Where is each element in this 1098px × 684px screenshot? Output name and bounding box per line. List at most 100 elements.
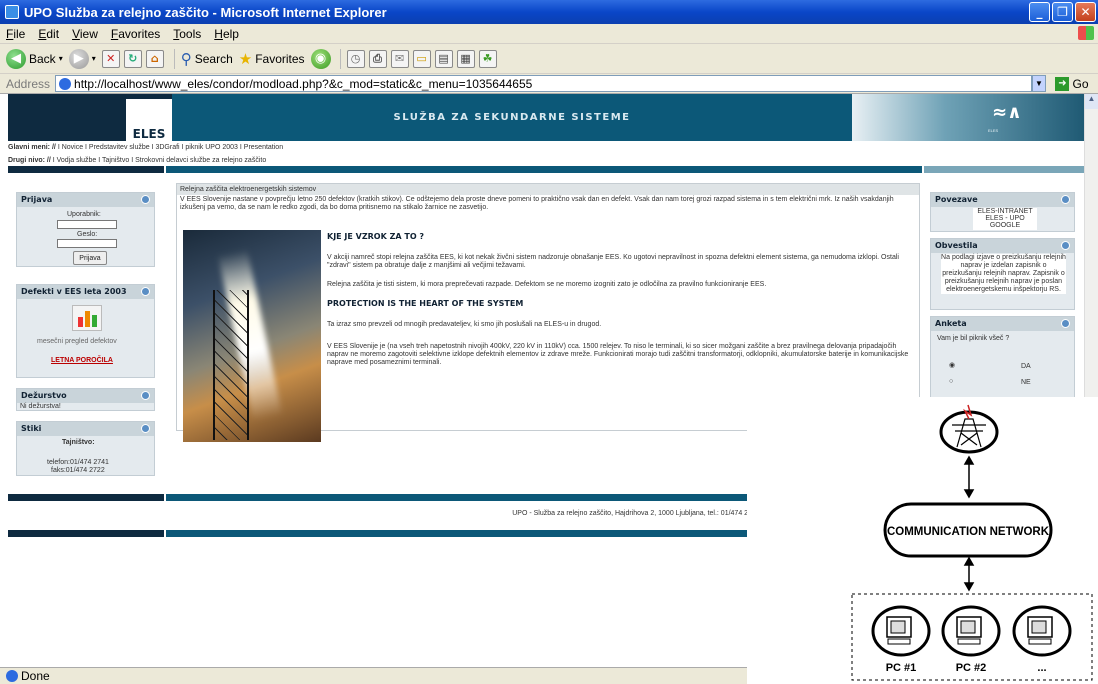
scroll-up-icon[interactable]: ▲ (1085, 94, 1098, 109)
power-tower-icon (213, 290, 249, 440)
menu-tools[interactable]: Tools (173, 27, 201, 41)
back-dropdown-icon[interactable]: ▾ (59, 54, 63, 63)
favorites-label: Favorites (255, 51, 305, 66)
banner-right-logo: ELES (988, 128, 999, 133)
notice-text: Na podlagi izjave o preizkušanju relejni… (941, 254, 1066, 294)
eles-logo-text: ELES (132, 127, 166, 141)
poll-option-da: DA (1021, 363, 1031, 370)
intro-paragraph: V EES Slovenije nastane v povprečju letn… (180, 196, 894, 211)
messenger-icon[interactable]: ☘ (478, 49, 497, 68)
forward-button[interactable]: ▶ ▾ (68, 48, 96, 69)
second-nav-items[interactable]: I Vodja službe I Tajništvo I Strokovni d… (53, 157, 266, 164)
mail-icon[interactable]: ✉ (390, 49, 409, 68)
close-button[interactable]: ✕ (1075, 2, 1096, 22)
screenshot-root: UPO Služba za relejno zaščito - Microsof… (0, 0, 1098, 684)
back-arrow-icon: ◀ (6, 48, 26, 69)
contacts-fax: faks:01/474 2722 (51, 467, 105, 474)
maximize-button[interactable]: ❐ (1052, 2, 1073, 22)
search-button[interactable]: ⚲ Search (181, 50, 233, 68)
contacts-heading: Tajništvo: (62, 439, 95, 446)
username-label: Uporabnik: (67, 211, 101, 218)
annual-reports-link[interactable]: LETNA POROČILA (51, 357, 113, 365)
menu-edit[interactable]: Edit (38, 27, 59, 41)
pc-more-label: ... (1037, 662, 1046, 674)
link-arrow (963, 556, 975, 592)
history-icon[interactable]: ◷ (346, 49, 365, 68)
footer-bar (8, 494, 164, 501)
login-button[interactable]: Prijava (73, 251, 107, 265)
main-nav-label: Glavni meni: // (8, 144, 56, 151)
favorites-button[interactable]: ★ Favorites (239, 50, 305, 68)
discuss-icon[interactable]: ▦ (456, 49, 475, 68)
window-controls: _ ❐ ✕ (1029, 2, 1096, 22)
duty-title: Dežurstvo (21, 391, 67, 400)
notice-box: Obvestila Na podlagi izjave o preizkušan… (930, 238, 1075, 310)
poll-title: Anketa (935, 319, 967, 328)
status-bar: Done (0, 667, 747, 684)
address-label: Address (6, 76, 51, 91)
banner-title: SLUŽBA ZA SEKUNDARNE SISTEME (393, 112, 631, 123)
menu-view[interactable]: View (72, 27, 98, 41)
contacts-header: Stiki (17, 422, 154, 436)
star-icon: ★ (238, 50, 253, 68)
back-button[interactable]: ◀ Back ▾ (6, 48, 63, 69)
poll-radio-da[interactable]: ◉ (949, 362, 955, 370)
pc-2-label: PC #2 (956, 662, 987, 674)
password-label: Geslo: (77, 231, 98, 238)
pc-2-icon (941, 605, 1001, 657)
second-nav-label: Drugi nivo: // (8, 157, 51, 164)
search-icon: ⚲ (180, 50, 192, 68)
divider-bar (166, 166, 922, 173)
link-google[interactable]: GOOGLE (973, 222, 1037, 230)
toolbar-separator (173, 48, 175, 69)
minimize-button[interactable]: _ (1029, 2, 1050, 22)
main-nav-items[interactable]: I Novice I Predstavitev službe I 3DGrafi… (58, 144, 283, 151)
address-dropdown-icon[interactable]: ▼ (1032, 75, 1046, 92)
menu-file[interactable]: File (6, 27, 25, 41)
home-icon[interactable]: ⌂ (145, 49, 164, 68)
login-header: Prijava (17, 193, 154, 207)
collapse-icon[interactable] (1061, 319, 1070, 328)
collapse-icon[interactable] (141, 391, 150, 400)
menu-favorites[interactable]: Favorites (111, 27, 160, 41)
username-input[interactable] (57, 220, 117, 229)
media-icon[interactable]: ◉ (310, 48, 331, 69)
menu-help[interactable]: Help (214, 27, 239, 41)
collapse-icon[interactable] (141, 424, 150, 433)
links-box: Povezave ELES-INTRANET ELES - UPO GOOGLE (930, 192, 1075, 232)
links-title: Povezave (935, 195, 978, 204)
address-bar: Address http://localhost/www_eles/condor… (0, 74, 1098, 94)
password-input[interactable] (57, 239, 117, 248)
collapse-icon[interactable] (1061, 241, 1070, 250)
notice-title: Obvestila (935, 241, 978, 250)
forward-dropdown-icon[interactable]: ▾ (92, 54, 96, 63)
folder-icon[interactable]: ▭ (412, 49, 431, 68)
notice-header: Obvestila (931, 239, 1074, 253)
login-box: Prijava Uporabnik: Geslo: Prijava (16, 192, 155, 267)
main-content: Relejna zaščita elektroenergetskih siste… (176, 183, 920, 442)
status-text: Done (21, 669, 50, 683)
main-header: Relejna zaščita elektroenergetskih siste… (177, 184, 919, 195)
back-label: Back (29, 51, 56, 66)
collapse-icon[interactable] (1061, 195, 1070, 204)
standard-toolbar: ◀ Back ▾ ▶ ▾ ✕ ↻ ⌂ ⚲ Search ★ Favorites … (0, 44, 1098, 74)
window-title: UPO Služba za relejno zaščito - Microsof… (24, 4, 387, 20)
main-nav: Glavni meni: // I Novice I Predstavitev … (8, 144, 283, 151)
bar-chart-icon[interactable] (72, 305, 102, 331)
contacts-title: Stiki (21, 424, 42, 433)
search-label: Search (194, 51, 233, 66)
collapse-icon[interactable] (141, 195, 150, 204)
go-button[interactable]: ➜ Go (1046, 76, 1098, 91)
page-icon (59, 77, 72, 90)
poll-radio-ne[interactable]: ○ (949, 378, 953, 386)
edit-icon[interactable]: ▤ (434, 49, 453, 68)
address-input[interactable]: http://localhost/www_eles/condor/modload… (55, 75, 1032, 92)
refresh-icon[interactable]: ↻ (123, 49, 142, 68)
print-icon[interactable]: ⎙ (368, 49, 387, 68)
stop-icon[interactable]: ✕ (101, 49, 120, 68)
links-header: Povezave (931, 193, 1074, 207)
defects-caption[interactable]: mesečni pregled defektov (37, 338, 117, 346)
pc-1-label: PC #1 (886, 662, 917, 674)
link-arrow (963, 455, 975, 499)
collapse-icon[interactable] (141, 287, 150, 296)
